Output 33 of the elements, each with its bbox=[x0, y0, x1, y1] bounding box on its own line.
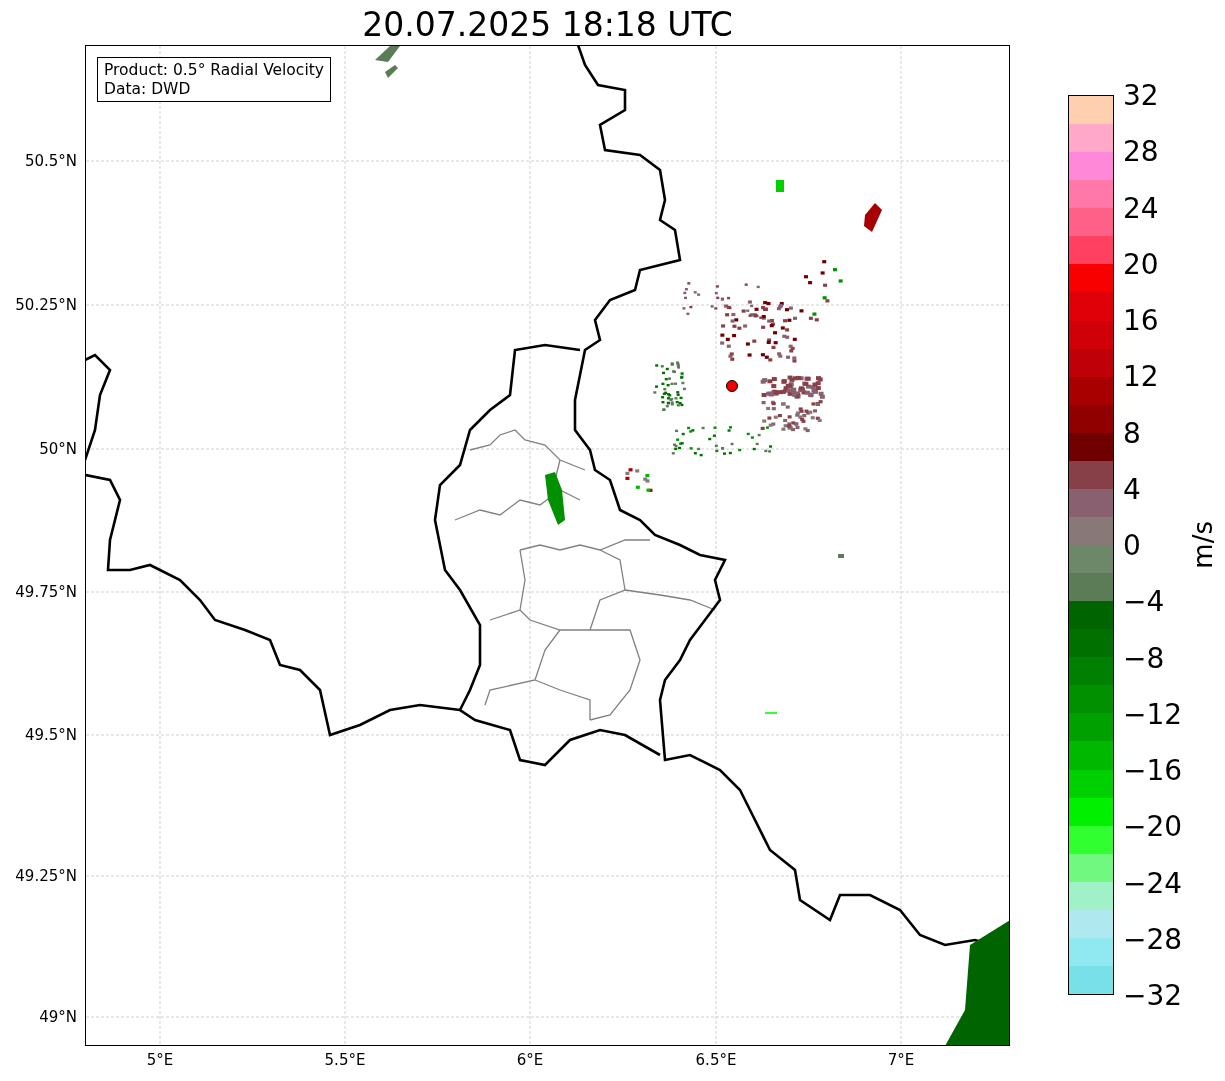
colorbar-tick-label: 4 bbox=[1123, 472, 1141, 506]
longitude-label: 7°E bbox=[887, 1051, 915, 1069]
colorbar-tick-label: −32 bbox=[1123, 978, 1183, 1012]
info-text: Product: 0.5° Radial Velocity bbox=[104, 61, 324, 80]
longitude-label: 6°E bbox=[516, 1051, 544, 1069]
latitude-label: 50.5°N bbox=[24, 152, 77, 170]
latitude-label: 50.25°N bbox=[15, 296, 77, 314]
colorbar-tick-label: 0 bbox=[1123, 528, 1141, 562]
colorbar-tick-label: 32 bbox=[1123, 78, 1159, 112]
longitude-label: 5.5°E bbox=[324, 1051, 366, 1069]
colorbar-tick-label: −4 bbox=[1123, 584, 1165, 618]
latitude-label: 50°N bbox=[39, 440, 77, 458]
colorbar-tick-label: −24 bbox=[1123, 866, 1183, 899]
colorbar-tick-label: −8 bbox=[1123, 641, 1165, 674]
colorbar-tick-label: −28 bbox=[1123, 922, 1183, 956]
colorbar-tick-label: 16 bbox=[1123, 303, 1159, 337]
latitude-label: 49.25°N bbox=[15, 867, 77, 885]
colorbar-tick-label: −20 bbox=[1123, 809, 1183, 843]
plot-title: 20.07.2025 18:18 UTC bbox=[361, 5, 734, 45]
colorbar-tick-label: 24 bbox=[1123, 191, 1159, 224]
colorbar-tick-label: 12 bbox=[1123, 359, 1159, 393]
colorbar-tick-label: 20 bbox=[1123, 247, 1159, 281]
longitude-label: 5°E bbox=[146, 1051, 174, 1069]
info-text: Data: DWD bbox=[104, 79, 192, 99]
colorbar-tick-label: −16 bbox=[1123, 753, 1183, 787]
latitude-label: 49.75°N bbox=[15, 583, 77, 601]
colorbar-label: m/s bbox=[1190, 521, 1216, 569]
latitude-label: 49.5°N bbox=[24, 726, 77, 744]
colorbar-tick-label: −12 bbox=[1123, 697, 1183, 731]
colorbar-tick-label: 28 bbox=[1123, 134, 1159, 168]
longitude-label: 6.5°E bbox=[695, 1051, 737, 1069]
latitude-label: 49°N bbox=[39, 1008, 77, 1026]
colorbar-tick-label: 8 bbox=[1123, 416, 1141, 449]
